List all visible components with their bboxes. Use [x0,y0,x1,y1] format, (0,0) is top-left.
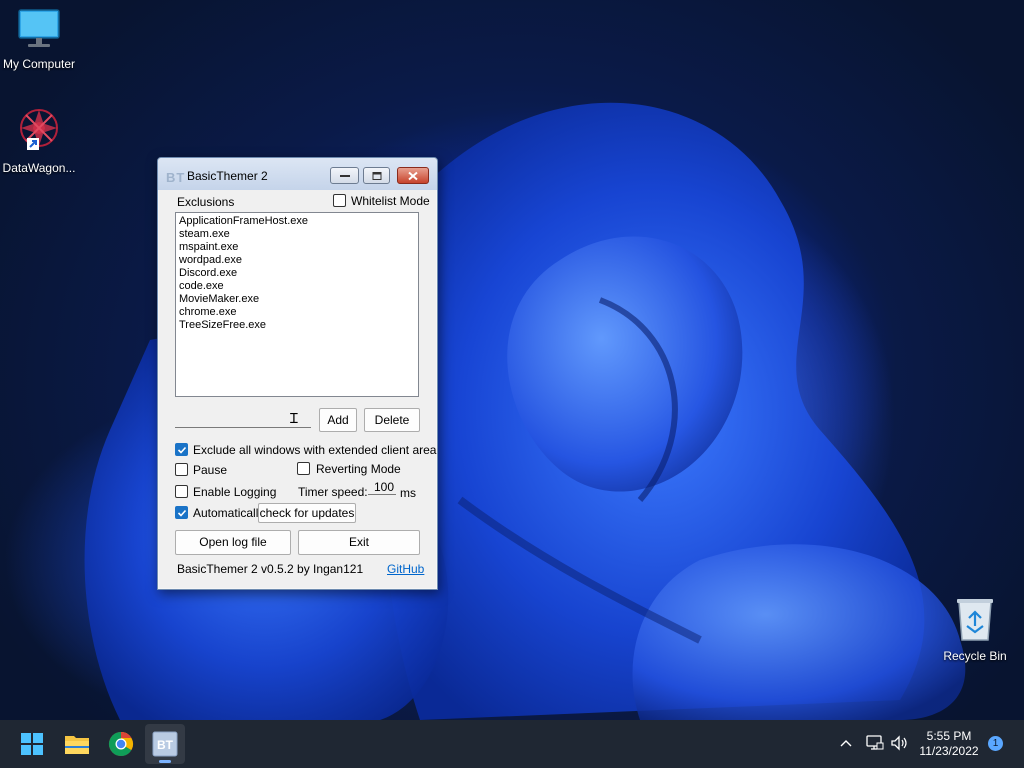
reverting-mode-label: Reverting Mode [316,462,401,476]
exclusions-label: Exclusions [177,195,235,209]
folder-icon [65,736,89,754]
timer-speed-input[interactable] [368,479,396,495]
notification-badge[interactable]: 1 [988,736,1003,751]
automatically-checkbox[interactable] [175,506,188,519]
list-item[interactable]: MovieMaker.exe [179,293,415,306]
start-button[interactable] [12,724,52,764]
add-button[interactable]: Add [319,408,357,432]
list-item[interactable]: code.exe [179,280,415,293]
wallpaper-bloom [84,102,966,720]
maximize-icon [372,171,381,180]
close-button[interactable] [397,167,429,184]
desktop-icon-recycle-bin[interactable]: Recycle Bin [932,596,1018,663]
windows-logo-icon [21,733,43,755]
timer-unit-label: ms [400,486,416,500]
reverting-mode-checkbox[interactable] [297,462,310,475]
exclude-extended-checkbox[interactable] [175,443,188,456]
list-item[interactable]: mspaint.exe [179,241,415,254]
file-explorer-button[interactable] [57,724,97,764]
whitelist-mode-checkbox[interactable] [333,194,346,207]
chevron-up-icon[interactable] [838,736,854,752]
desktop-icon-label: My Computer [2,57,76,71]
desktop-icon-my-computer[interactable]: My Computer [0,8,82,71]
list-item[interactable]: steam.exe [179,228,415,241]
datawagon-icon [20,109,58,150]
recycle-bin-icon [957,599,993,641]
basicthemer-taskbar-button[interactable]: BT [145,724,185,764]
window-title: BasicThemer 2 [187,169,268,183]
timer-speed-label: Timer speed: [298,485,368,499]
app-icon: BT [166,170,186,185]
checkmark-icon [177,509,187,517]
enable-logging-label: Enable Logging [193,485,277,499]
pause-label: Pause [193,463,228,477]
volume-icon[interactable] [889,734,909,752]
clock-date: 11/23/2022 [919,744,979,758]
check-updates-button[interactable]: check for updates [258,503,356,523]
window-body: Exclusions Whitelist Mode ApplicationFra… [158,190,437,589]
clock-time: 5:55 PM [926,729,972,743]
desktop: My Computer DataWagon... Recycle Bin [0,0,1024,720]
window-titlebar[interactable]: BT BasicThemer 2 [158,158,437,190]
chrome-icon [108,732,134,757]
list-item[interactable]: wordpad.exe [179,254,415,267]
exclusions-list[interactable]: ApplicationFrameHost.exe steam.exe mspai… [175,212,419,397]
basicthemer-icon: BT [152,731,178,757]
chrome-button[interactable] [101,724,141,764]
github-link[interactable]: GitHub [387,562,424,576]
list-item[interactable]: chrome.exe [179,306,415,319]
list-item[interactable]: ApplicationFrameHost.exe [179,215,415,228]
pause-checkbox[interactable] [175,463,188,476]
running-indicator [159,760,171,763]
automatically-label: Automatically [193,506,265,520]
exit-button[interactable]: Exit [298,530,420,555]
system-clock[interactable]: 5:55 PM 11/23/2022 [916,729,982,759]
text-cursor-icon: Ɪ [290,410,298,426]
exclude-extended-label: Exclude all windows with extended client… [193,443,437,457]
desktop-icon-label: Recycle Bin [943,649,1007,663]
list-item[interactable]: TreeSizeFree.exe [179,319,415,332]
minimize-button[interactable] [330,167,359,184]
basicthemer-window: BT BasicThemer 2 Exclusions Whitelist Mo… [157,157,438,590]
close-icon [408,171,418,180]
enable-logging-checkbox[interactable] [175,485,188,498]
whitelist-mode-label: Whitelist Mode [351,194,430,208]
basicthemer-icon-text: BT [157,738,174,752]
desktop-icon-datawagon[interactable]: DataWagon... [0,106,82,175]
version-text: BasicThemer 2 v0.5.2 by Ingan121 [177,562,364,576]
delete-button[interactable]: Delete [364,408,420,432]
maximize-button[interactable] [363,167,390,184]
desktop-icon-label: DataWagon... [2,161,76,175]
checkmark-icon [177,446,187,454]
minimize-icon [339,174,350,177]
network-icon[interactable] [864,734,884,752]
list-item[interactable]: Discord.exe [179,267,415,280]
monitor-icon [18,9,60,47]
open-log-button[interactable]: Open log file [175,530,291,555]
